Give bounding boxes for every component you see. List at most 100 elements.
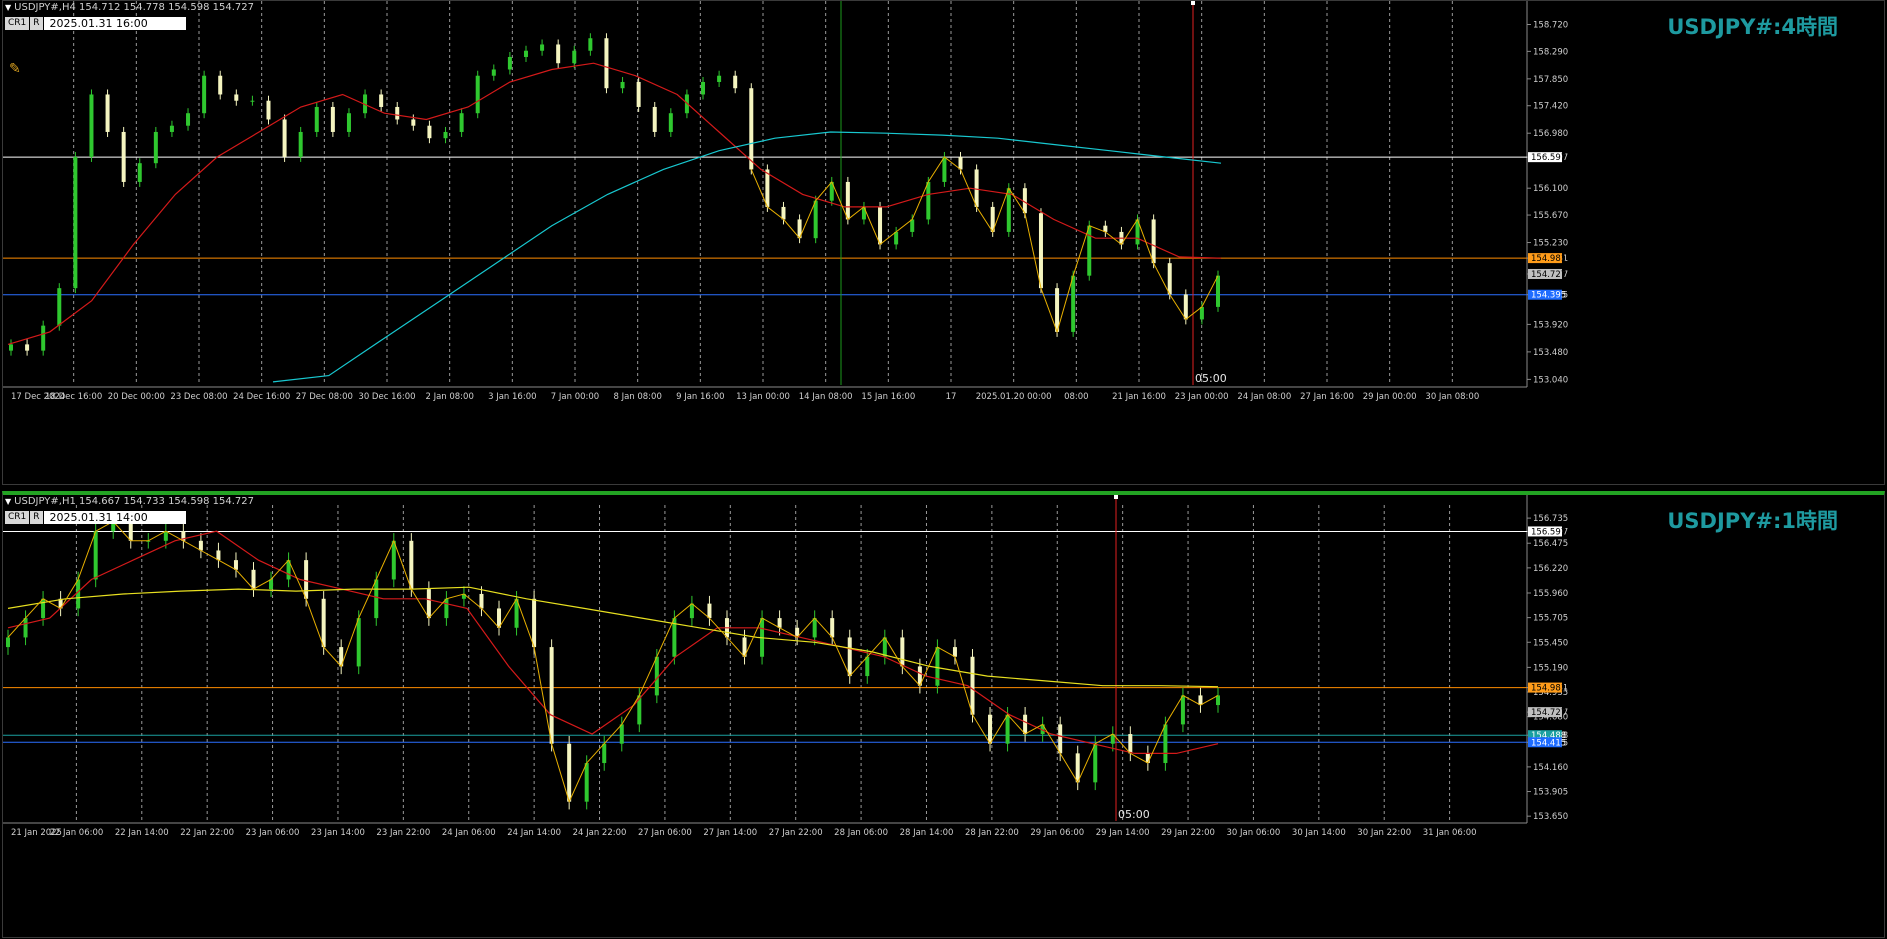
time-axis-label: 27 Jan 14:00 [703, 828, 757, 838]
candle-bullish [701, 81, 706, 95]
candle-bearish [749, 88, 754, 170]
time-axis-label: 23 Jan 06:00 [246, 828, 300, 838]
candle-bearish [707, 603, 712, 619]
h1-symbol-info: USDJPY#,H1 154.667 154.733 154.598 154.7… [14, 496, 254, 507]
candle-bullish [620, 81, 625, 89]
collapse-triangle-icon[interactable]: ▼ [5, 497, 11, 506]
candle-bearish [128, 521, 133, 541]
time-axis-label: 28 Jan 14:00 [900, 828, 954, 838]
time-axis-label: 21 Jan 16:00 [1112, 392, 1166, 402]
cr-label[interactable]: CR1 [5, 17, 30, 30]
moving-average-long [7, 586, 1219, 688]
candle-bullish [1087, 225, 1092, 276]
h4-chart-canvas[interactable]: 17 Dec 202418 Dec 16:00 20 Dec 00:00 23 De… [3, 1, 1884, 484]
candle-bearish [1151, 219, 1156, 264]
time-axis-label: 22 Jan 06:00 [49, 828, 103, 838]
time-axis-label: 15 Jan 16:00 [861, 392, 915, 402]
r-label[interactable]: R [30, 511, 43, 524]
candle-bearish [25, 344, 30, 351]
candle-bullish [602, 743, 607, 764]
price-axis-label: 156.735 [1533, 514, 1568, 524]
time-axis-label: 13 Jan 00:00 [736, 392, 790, 402]
price-axis-label: 157.850 [1533, 75, 1568, 85]
price-highlight-label: 154.727 [1531, 708, 1566, 718]
candle-bullish [894, 231, 899, 245]
candle-bearish [847, 637, 852, 677]
crosshair-time-label: 05:00 [1118, 808, 1150, 821]
candle-bearish [781, 206, 786, 220]
time-axis-label: 31 Jan 06:00 [1423, 828, 1477, 838]
candle-bullish [163, 531, 168, 541]
candle-bullish [57, 288, 62, 326]
candle-bearish [1023, 714, 1028, 735]
candle-bullish [153, 131, 158, 164]
price-axis-label: 155.670 [1533, 211, 1568, 221]
candle-bullish [572, 50, 577, 64]
candle-bullish [1093, 743, 1098, 783]
candle-bullish [356, 618, 361, 667]
candle-bearish [878, 206, 883, 245]
candle-bearish [233, 560, 238, 570]
candle-bearish [216, 550, 221, 561]
candle-bullish [689, 603, 694, 619]
time-axis-label: 30 Jan 06:00 [1227, 828, 1281, 838]
candle-bullish [475, 75, 480, 114]
time-axis-label: 22 Jan 14:00 [115, 828, 169, 838]
candle-bearish [1038, 213, 1043, 289]
candle-bullish [942, 156, 947, 182]
candle-bearish [900, 637, 905, 667]
h4-crosshair-info: CR1 R 2025.01.31 16:00 [5, 17, 187, 30]
candle-bullish [507, 56, 512, 70]
candle-bullish [391, 540, 396, 580]
candle-bearish [765, 169, 770, 207]
time-axis-label: 27 Jan 06:00 [638, 828, 692, 838]
price-highlight-label: 154.395 [1531, 291, 1566, 301]
price-highlight-label: 154.981 [1531, 254, 1566, 264]
candle-bullish [865, 656, 870, 677]
candle-bearish [777, 618, 782, 628]
candle-bullish [186, 113, 191, 126]
h4-chart-title: USDJPY#:4時間 [1667, 15, 1838, 39]
candle-bearish [121, 131, 126, 182]
price-axis-label: 158.290 [1533, 47, 1568, 57]
candle-bullish [73, 156, 78, 289]
price-axis-label: 153.480 [1533, 348, 1568, 358]
cr-label[interactable]: CR1 [5, 511, 30, 524]
price-highlight-label: 156.597 [1531, 527, 1566, 537]
candle-bullish [1071, 275, 1076, 332]
price-axis-label: 156.980 [1533, 129, 1568, 139]
candle-bearish [830, 618, 835, 638]
time-axis-label: 27 Dec 08:00 [296, 392, 353, 402]
collapse-triangle-icon[interactable]: ▼ [5, 3, 11, 12]
candle-bearish [304, 560, 309, 599]
candle-bullish [89, 94, 94, 157]
candle-bearish [395, 106, 400, 120]
h1-chart-pane[interactable]: 21 Jan 2025 22 Jan 06:00 22 Jan 14:00 22 Ja… [2, 491, 1885, 938]
time-axis-label: 18 Dec 16:00 [45, 392, 102, 402]
time-axis-label: 8 Jan 08:00 [613, 392, 661, 402]
pencil-tool-icon[interactable]: ✎ [9, 61, 25, 77]
zigzag-indicator [7, 520, 1219, 804]
time-axis-label: 23 Dec 08:00 [170, 392, 227, 402]
candle-bullish [314, 106, 319, 132]
candle-bullish [813, 200, 818, 239]
candle-bearish [321, 598, 326, 648]
price-axis-label: 153.920 [1533, 320, 1568, 330]
candle-bearish [427, 125, 432, 139]
candle-bullish [298, 131, 303, 157]
crosshair-handle [1191, 1, 1195, 5]
candle-bearish [970, 656, 975, 715]
time-axis-label: 30 Jan 08:00 [1425, 392, 1479, 402]
candle-bearish [330, 106, 335, 132]
time-axis-label: 29 Jan 14:00 [1096, 828, 1150, 838]
h4-chart-pane[interactable]: 17 Dec 2024 18 Dec 16:00 20 Dec 00:00 23 De… [2, 0, 1885, 485]
candle-bearish [479, 593, 484, 609]
time-axis-label: 23 Jan 14:00 [311, 828, 365, 838]
price-axis-label: 158.720 [1533, 20, 1568, 30]
h1-chart-canvas[interactable]: 21 Jan 202522 Jan 06:00 22 Jan 14:00 22 Ja… [3, 495, 1884, 936]
candle-bearish [952, 647, 957, 657]
time-axis-label: 28 Jan 06:00 [834, 828, 888, 838]
candle-bullish [717, 75, 722, 82]
candle-bullish [23, 618, 28, 638]
r-label[interactable]: R [30, 17, 43, 30]
